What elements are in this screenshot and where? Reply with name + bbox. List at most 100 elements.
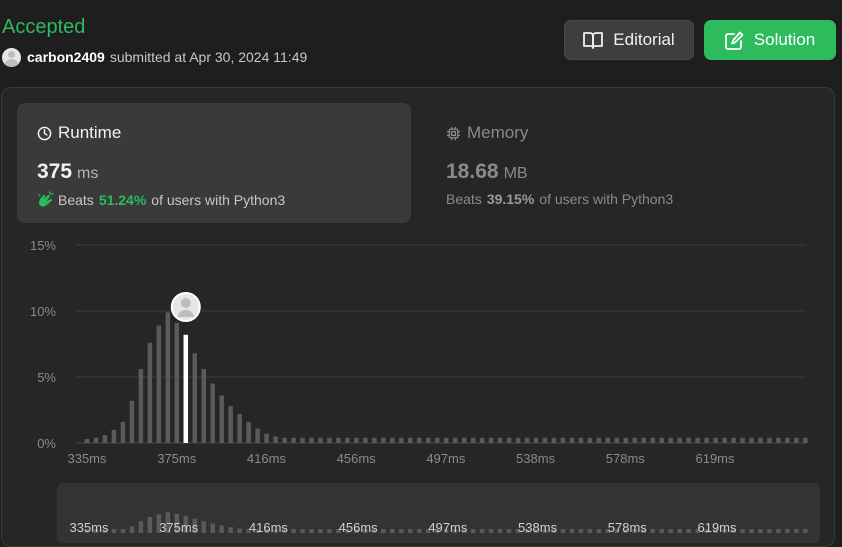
distribution-bar[interactable] — [228, 406, 233, 443]
distribution-bar[interactable] — [749, 437, 754, 443]
distribution-bar[interactable] — [210, 383, 215, 443]
distribution-bar[interactable] — [300, 437, 305, 443]
distribution-bar[interactable] — [803, 437, 808, 443]
distribution-bar[interactable] — [246, 421, 251, 443]
distribution-bar[interactable] — [120, 421, 126, 443]
distribution-bar[interactable] — [461, 437, 467, 443]
username-link[interactable]: carbon2409 — [27, 49, 105, 65]
distribution-bar[interactable] — [623, 437, 629, 443]
editorial-button[interactable]: Editorial — [564, 20, 694, 60]
distribution-bar[interactable] — [578, 437, 584, 443]
runtime-card[interactable]: Runtime 375 ms Beats 51.24% of users with… — [17, 103, 411, 223]
distribution-bar[interactable] — [425, 437, 431, 443]
solution-button-label: Solution — [753, 30, 816, 49]
distribution-bar[interactable] — [102, 435, 108, 443]
distribution-bar[interactable] — [443, 437, 449, 443]
runtime-distribution-chart[interactable]: 15% 10% 5% 0% 335ms 375ms 416ms 456ms 497ms 538ms… — [0, 230, 842, 475]
distribution-bar[interactable] — [354, 437, 359, 443]
distribution-bar[interactable] — [156, 325, 162, 443]
distribution-bar[interactable] — [291, 437, 296, 443]
distribution-bar[interactable] — [192, 353, 198, 443]
distribution-bar[interactable] — [794, 437, 799, 443]
distribution-bar[interactable] — [434, 437, 440, 443]
distribution-bar[interactable] — [713, 437, 718, 443]
distribution-bar[interactable] — [551, 437, 557, 443]
distribution-bar[interactable] — [165, 312, 171, 443]
distribution-bar[interactable] — [138, 369, 144, 443]
distribution-bar[interactable] — [309, 437, 314, 443]
distribution-bar[interactable] — [327, 437, 332, 443]
distribution-bar[interactable] — [533, 437, 539, 443]
distribution-bar[interactable] — [740, 437, 745, 443]
distribution-bar[interactable] — [470, 437, 476, 443]
highlighted-bar[interactable] — [183, 334, 189, 443]
distribution-bar[interactable] — [686, 437, 691, 443]
distribution-bar[interactable] — [704, 437, 709, 443]
hand-clap-icon — [38, 191, 54, 207]
distribution-bar[interactable] — [785, 437, 790, 443]
distribution-bar[interactable] — [587, 437, 593, 443]
distribution-bar[interactable] — [381, 437, 386, 443]
distribution-bar[interactable] — [515, 437, 521, 443]
distribution-bar[interactable] — [506, 437, 512, 443]
distribution-bar[interactable] — [722, 437, 727, 443]
user-avatar[interactable] — [2, 47, 21, 67]
distribution-bar[interactable] — [614, 437, 620, 443]
distribution-bar[interactable] — [776, 437, 781, 443]
distribution-bar[interactable] — [255, 428, 260, 443]
distribution-bar[interactable] — [282, 437, 287, 443]
y-tick-label: 5% — [37, 370, 56, 385]
distribution-bar[interactable] — [363, 437, 368, 443]
distribution-bar[interactable] — [345, 437, 350, 443]
distribution-bar[interactable] — [219, 395, 224, 443]
chart-minimap-bars[interactable]: 335ms 375ms 416ms 456ms 497ms 538ms 578ms 619ms — [0, 483, 842, 538]
distribution-bar[interactable] — [560, 437, 566, 443]
distribution-bar[interactable] — [372, 437, 377, 443]
distribution-bar[interactable] — [695, 437, 700, 443]
minimap-bar — [381, 529, 386, 533]
distribution-bar[interactable] — [174, 322, 180, 443]
distribution-bar[interactable] — [201, 369, 206, 443]
distribution-bar[interactable] — [318, 437, 323, 443]
distribution-bar[interactable] — [399, 437, 404, 443]
distribution-bar[interactable] — [417, 437, 422, 443]
distribution-bar[interactable] — [731, 437, 736, 443]
runtime-number: 375 — [37, 160, 73, 183]
distribution-bar[interactable] — [237, 413, 242, 443]
distribution-bar[interactable] — [497, 437, 503, 443]
distribution-bar[interactable] — [758, 437, 763, 443]
distribution-bar[interactable] — [677, 437, 682, 443]
solution-button[interactable]: Solution — [704, 20, 836, 60]
distribution-bar[interactable] — [596, 437, 602, 443]
distribution-bar[interactable] — [569, 437, 575, 443]
chip-icon — [446, 126, 461, 140]
current-user-marker[interactable] — [170, 292, 201, 322]
distribution-bar[interactable] — [390, 437, 395, 443]
memory-card[interactable]: Memory 18.68 MB Beats 39.15% of users wit… — [430, 103, 824, 223]
minimap-bar — [506, 529, 512, 533]
distribution-bar[interactable] — [542, 437, 548, 443]
distribution-bar[interactable] — [659, 437, 664, 443]
distribution-bar[interactable] — [767, 437, 772, 443]
distribution-bar[interactable] — [452, 437, 458, 443]
distribution-bar[interactable] — [147, 342, 153, 443]
distribution-bar[interactable] — [273, 436, 278, 443]
minimap-bar — [470, 529, 476, 533]
distribution-bar[interactable] — [641, 437, 647, 443]
minimap-bar — [677, 529, 682, 533]
distribution-bar[interactable] — [93, 437, 99, 443]
distribution-bar[interactable] — [488, 437, 494, 443]
memory-beats: Beats 39.15% of users with Python3 — [446, 191, 673, 207]
distribution-bar[interactable] — [479, 437, 485, 443]
distribution-bar[interactable] — [264, 433, 269, 443]
distribution-bar[interactable] — [524, 437, 530, 443]
distribution-bar[interactable] — [111, 429, 117, 443]
distribution-bar[interactable] — [632, 437, 638, 443]
distribution-bar[interactable] — [605, 437, 611, 443]
distribution-bar[interactable] — [336, 437, 341, 443]
distribution-bar[interactable] — [668, 437, 673, 443]
distribution-bar[interactable] — [129, 400, 135, 443]
distribution-bar[interactable] — [408, 437, 413, 443]
distribution-bar[interactable] — [84, 439, 90, 443]
distribution-bar[interactable] — [650, 437, 655, 443]
